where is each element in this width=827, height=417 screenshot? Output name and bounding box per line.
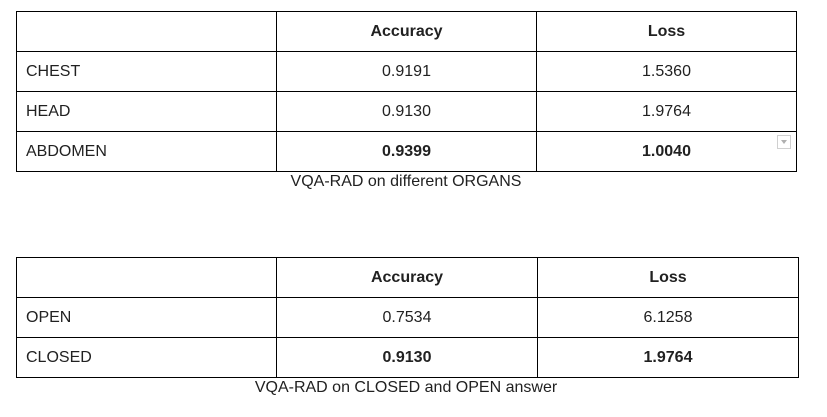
table-row: CHEST 0.9191 1.5360 [16, 51, 797, 92]
answers-results-table: Accuracy Loss OPEN 0.7534 6.1258 CLOSED … [16, 257, 799, 378]
table-caption-organs: VQA-RAD on different ORGANS [290, 173, 522, 190]
header-empty-cell [16, 11, 277, 52]
loss-value: 1.9764 [536, 91, 797, 132]
accuracy-value-best: 0.9130 [276, 337, 538, 378]
table-caption-answers: VQA-RAD on CLOSED and OPEN answer [254, 379, 558, 396]
accuracy-value: 0.9130 [276, 91, 537, 132]
row-label: CLOSED [16, 337, 277, 378]
organs-results-table: Accuracy Loss CHEST 0.9191 1.5360 HEAD 0… [16, 11, 797, 172]
table-row: CLOSED 0.9130 1.9764 [16, 337, 799, 378]
header-loss: Loss [536, 11, 797, 52]
row-label: CHEST [16, 51, 277, 92]
header-accuracy: Accuracy [276, 257, 538, 298]
loss-value: 6.1258 [537, 297, 799, 338]
accuracy-value-best: 0.9399 [276, 131, 537, 172]
loss-value-best: 1.0040 [536, 131, 797, 172]
table-row: ABDOMEN 0.9399 1.0040 [16, 131, 797, 172]
loss-value-best: 1.9764 [537, 337, 799, 378]
accuracy-value: 0.7534 [276, 297, 538, 338]
table-row: HEAD 0.9130 1.9764 [16, 91, 797, 132]
dropdown-arrow-icon[interactable] [777, 135, 791, 149]
header-accuracy: Accuracy [276, 11, 537, 52]
header-empty-cell [16, 257, 277, 298]
loss-value: 1.5360 [536, 51, 797, 92]
table-header-row: Accuracy Loss [16, 11, 797, 52]
row-label: OPEN [16, 297, 277, 338]
row-label: ABDOMEN [16, 131, 277, 172]
accuracy-value: 0.9191 [276, 51, 537, 92]
row-label: HEAD [16, 91, 277, 132]
table-header-row: Accuracy Loss [16, 257, 799, 298]
table-row: OPEN 0.7534 6.1258 [16, 297, 799, 338]
header-loss: Loss [537, 257, 799, 298]
